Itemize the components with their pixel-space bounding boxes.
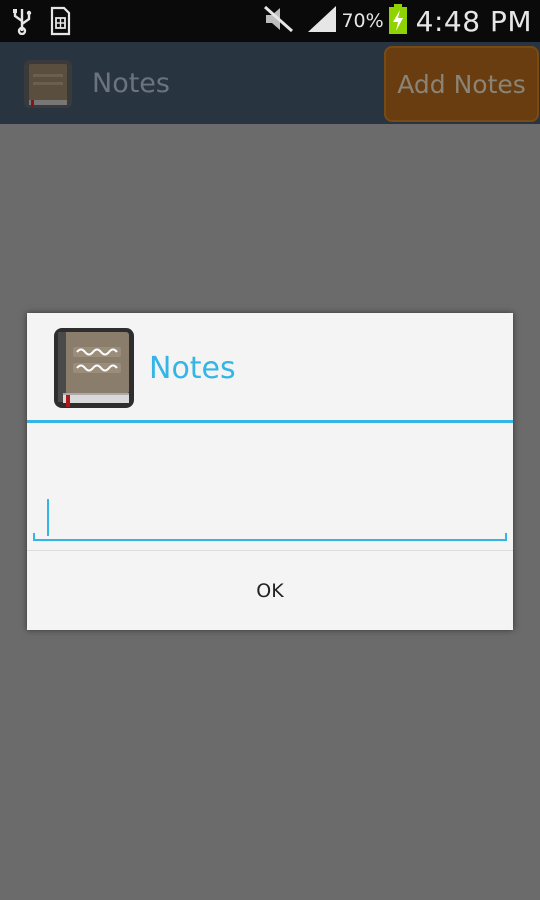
- ok-button[interactable]: OK: [27, 551, 513, 630]
- dialog-title-divider: [27, 420, 513, 423]
- input-underline: [33, 539, 507, 541]
- battery-percent: 70%: [341, 10, 384, 32]
- dialog-title: Notes: [149, 351, 236, 386]
- text-cursor: [47, 499, 49, 536]
- status-bar: 70% 4:48 PM: [0, 0, 540, 42]
- notes-dialog: Notes OK: [27, 313, 513, 630]
- battery-charging-icon: [388, 3, 408, 39]
- sim-icon: [48, 6, 72, 40]
- status-time: 4:48 PM: [415, 4, 532, 38]
- signal-icon: [306, 4, 338, 38]
- app-logo-icon[interactable]: [20, 56, 76, 112]
- input-underline-right-tick: [505, 533, 507, 541]
- notes-input[interactable]: [33, 483, 507, 543]
- input-underline-left-tick: [33, 533, 35, 541]
- bible-book-icon: [53, 327, 135, 409]
- mute-icon: [262, 4, 296, 38]
- add-notes-button[interactable]: Add Notes: [384, 46, 539, 122]
- page-title: Notes: [92, 68, 170, 99]
- usb-icon: [10, 7, 34, 39]
